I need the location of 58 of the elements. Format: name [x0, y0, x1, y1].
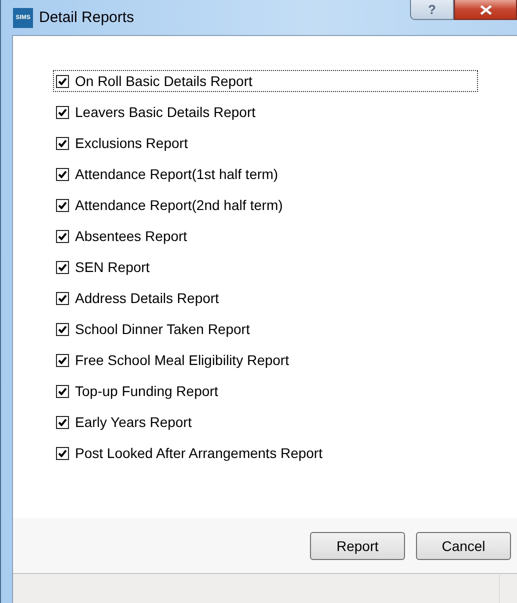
checkbox[interactable] [56, 292, 69, 304]
cancel-button[interactable]: Cancel [416, 532, 511, 560]
checkbox[interactable] [56, 260, 69, 274]
report-checkbox-row[interactable]: Top-up Funding Report [53, 380, 478, 402]
checkbox-label: Top-up Funding Report [75, 383, 218, 399]
check-icon [58, 294, 67, 302]
report-checkbox-row[interactable]: Early Years Report [53, 411, 478, 433]
checkbox-label: Attendance Report(1st half term) [75, 166, 278, 182]
report-checkbox-row[interactable]: Free School Meal Eligibility Report [53, 349, 478, 371]
check-icon [58, 232, 67, 240]
checkbox-label: Exclusions Report [75, 135, 188, 151]
check-icon [58, 324, 67, 334]
report-checkbox-row[interactable]: Exclusions Report [53, 132, 478, 154]
checkbox-label: Leavers Basic Details Report [75, 104, 256, 120]
report-checkbox-row[interactable]: Attendance Report(1st half term) [53, 163, 478, 185]
report-button[interactable]: Report [310, 532, 405, 560]
checkbox[interactable] [56, 416, 69, 428]
check-icon [58, 170, 67, 178]
check-icon [58, 108, 67, 116]
checkbox[interactable] [56, 354, 69, 366]
check-icon [58, 386, 67, 396]
check-icon [58, 418, 67, 426]
check-icon [58, 356, 67, 364]
checkbox-label: On Roll Basic Details Report [75, 73, 252, 89]
report-checkbox-row[interactable]: Leavers Basic Details Report [53, 101, 478, 123]
report-checkbox-row[interactable]: Absentees Report [53, 225, 478, 247]
checkbox-label: Address Details Report [75, 290, 219, 306]
checkbox[interactable] [56, 322, 69, 336]
check-icon [58, 76, 67, 86]
close-button[interactable] [454, 0, 517, 20]
checkbox-label: Free School Meal Eligibility Report [75, 352, 289, 368]
checkbox[interactable] [56, 106, 69, 118]
report-checkbox-row[interactable]: School Dinner Taken Report [53, 318, 478, 340]
checkbox-label: Attendance Report(2nd half term) [75, 197, 283, 213]
checkbox-label: SEN Report [75, 259, 150, 275]
checkbox[interactable] [56, 198, 69, 212]
checkbox[interactable] [56, 74, 69, 88]
report-checkbox-row[interactable]: SEN Report [53, 256, 478, 278]
checkbox-label: Post Looked After Arrangements Report [75, 445, 322, 461]
check-icon [58, 200, 67, 210]
checkbox[interactable] [56, 230, 69, 242]
report-checkbox-row[interactable]: Post Looked After Arrangements Report [53, 442, 478, 464]
check-icon [58, 448, 67, 458]
close-icon [480, 4, 492, 14]
checkbox-label: Absentees Report [75, 228, 188, 244]
report-checkbox-row[interactable]: On Roll Basic Details Report [53, 70, 478, 92]
report-checkbox-row[interactable]: Address Details Report [53, 287, 478, 309]
checkbox[interactable] [56, 136, 69, 150]
checkbox[interactable] [56, 446, 69, 460]
check-icon [58, 262, 67, 272]
checkbox-label: Early Years Report [75, 414, 192, 430]
checkbox-label: School Dinner Taken Report [75, 321, 250, 337]
checkbox[interactable] [56, 384, 69, 398]
report-checkbox-row[interactable]: Attendance Report(2nd half term) [53, 194, 478, 216]
window-title: Detail Reports [39, 9, 136, 26]
check-icon [58, 138, 67, 148]
checkbox[interactable] [56, 168, 69, 180]
help-button[interactable]: ? [410, 0, 454, 20]
